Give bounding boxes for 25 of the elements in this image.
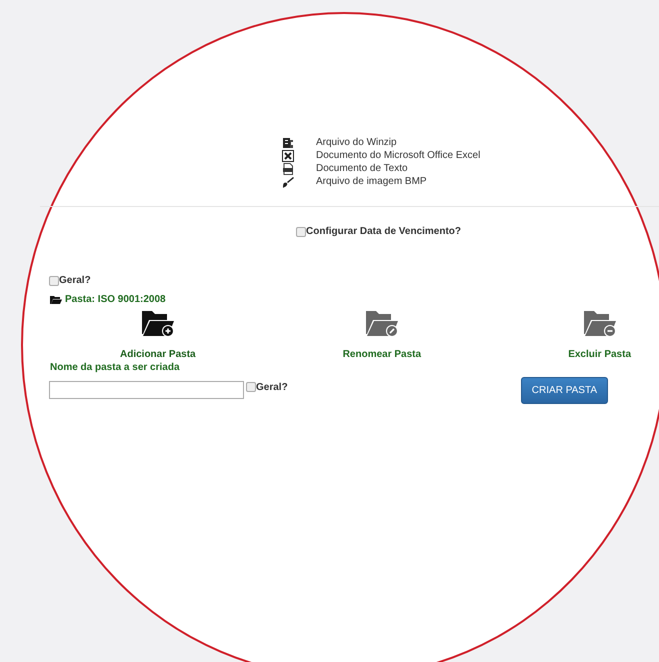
checkbox-label: Geral? bbox=[59, 275, 91, 286]
archive-icon bbox=[282, 136, 294, 148]
checkbox[interactable] bbox=[246, 382, 256, 392]
file-type-label: Arquivo de imagem BMP bbox=[316, 176, 427, 187]
folder-action[interactable]: Adicionar Pasta bbox=[118, 308, 198, 362]
folder-action[interactable]: Excluir Pasta bbox=[566, 308, 633, 362]
paint-brush-icon bbox=[282, 176, 294, 188]
checkbox-label: Configurar Data de Vencimento? bbox=[306, 226, 462, 237]
folder-name-field[interactable] bbox=[49, 381, 244, 399]
field-label: Nome da pasta a ser criada bbox=[50, 362, 181, 373]
create-folder-button[interactable]: CRIAR PASTA bbox=[520, 377, 608, 404]
folder-minus-icon bbox=[582, 310, 617, 338]
file-type-label: Documento de Texto bbox=[316, 163, 408, 174]
folder-action[interactable]: Renomear Pasta bbox=[340, 308, 424, 362]
spreadsheet-icon bbox=[282, 150, 294, 162]
checkbox[interactable] bbox=[49, 276, 59, 286]
folder-plus-icon bbox=[140, 310, 175, 338]
checkbox-label: Geral? bbox=[256, 382, 288, 392]
folder-icon bbox=[50, 295, 62, 304]
file-type-label: Arquivo do Winzip bbox=[316, 137, 397, 148]
file-type-label: Documento do Microsoft Office Excel bbox=[316, 150, 480, 161]
folder-path: Pasta: ISO 9001:2008 bbox=[65, 294, 166, 305]
folder-pencil-icon bbox=[364, 310, 399, 338]
checkbox[interactable] bbox=[296, 226, 306, 236]
text-document-icon bbox=[282, 162, 294, 174]
